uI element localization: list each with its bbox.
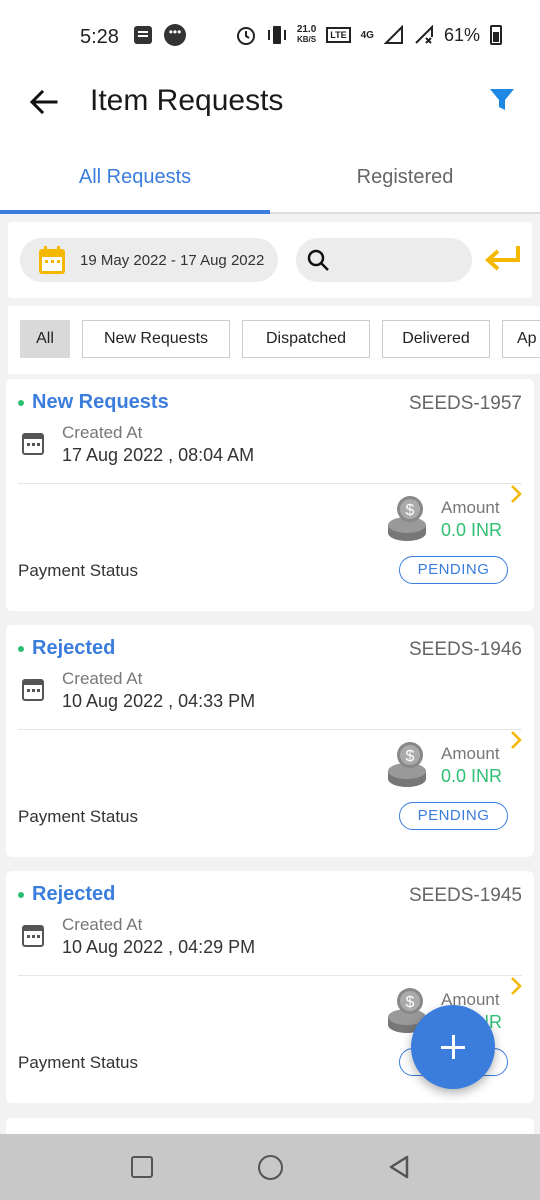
svg-text:$: $ <box>406 994 415 1011</box>
coins-icon: $ <box>388 742 426 787</box>
status-dot <box>18 892 24 898</box>
payment-status-label: Payment Status <box>18 1053 139 1072</box>
payment-status-label: Payment Status <box>18 807 139 826</box>
divider <box>18 975 522 976</box>
tab-registered[interactable]: Registered <box>270 142 540 212</box>
amount-label: Amount <box>441 498 500 517</box>
chip-dispatched[interactable]: Dispatched <box>242 320 370 358</box>
data-speed: 21.0 KB/S <box>297 25 316 45</box>
request-status: New Requests <box>32 391 169 413</box>
status-time: 5:28 <box>80 26 119 48</box>
message-icon <box>134 26 152 44</box>
status-dot <box>18 400 24 406</box>
back-arrow-icon[interactable] <box>28 86 60 118</box>
request-card[interactable]: New Requests SEEDS-1957 Created At 17 Au… <box>6 379 534 611</box>
calendar-icon <box>39 246 65 274</box>
recent-apps-icon[interactable] <box>131 1156 153 1178</box>
calendar-icon <box>22 433 44 455</box>
created-at-value: 17 Aug 2022 , 08:04 AM <box>62 445 255 465</box>
request-status: Rejected <box>32 883 116 905</box>
status-notifications: ••• <box>134 24 186 46</box>
request-id: SEEDS-1946 <box>408 639 522 660</box>
chat-bubble-icon: ••• <box>164 24 186 46</box>
svg-text:$: $ <box>406 502 415 519</box>
created-at-label: Created At <box>62 423 143 442</box>
status-dot <box>18 646 24 652</box>
created-at-value: 10 Aug 2022 , 04:29 PM <box>62 937 256 957</box>
battery-icon <box>490 25 502 45</box>
payment-status-badge: PENDING <box>399 556 508 584</box>
chip-all[interactable]: All <box>20 320 70 358</box>
created-at-label: Created At <box>62 915 143 934</box>
home-icon[interactable] <box>258 1155 283 1180</box>
request-card[interactable]: Rejected SEEDS-1946 Created At 10 Aug 20… <box>6 625 534 857</box>
date-range-text: 19 May 2022 - 17 Aug 2022 <box>80 251 265 269</box>
system-nav-bar <box>0 1134 540 1200</box>
created-at-value: 10 Aug 2022 , 04:33 PM <box>62 691 256 711</box>
filter-icon[interactable] <box>488 86 516 114</box>
status-bar: 5:28 ••• 21.0 KB/S LTE 4G 61% <box>0 0 540 72</box>
amount-value: 0.0 INR <box>441 520 503 540</box>
amount-label: Amount <box>441 744 500 763</box>
chip-delivered[interactable]: Delivered <box>382 320 490 358</box>
chip-new-requests[interactable]: New Requests <box>82 320 230 358</box>
data-speed-value: 21.0 <box>296 24 317 35</box>
app-bar: Item Requests <box>0 72 540 142</box>
search-input[interactable] <box>296 238 472 282</box>
amount-value: 0.0 INR <box>441 766 503 786</box>
signal-icon <box>383 25 403 44</box>
vibrate-icon <box>267 26 286 44</box>
created-at-label: Created At <box>62 669 143 688</box>
status-indicators: 21.0 KB/S LTE 4G 61% <box>235 24 502 46</box>
calendar-icon <box>22 925 44 947</box>
svg-text:$: $ <box>406 748 415 765</box>
tab-bar: All Requests Registered <box>0 142 540 214</box>
battery-percent: 61% <box>443 24 480 45</box>
volte-badge: LTE <box>326 27 351 43</box>
request-id: SEEDS-1957 <box>408 393 522 414</box>
payment-status-badge: PENDING <box>399 802 508 830</box>
signal-no-service-icon <box>415 25 433 44</box>
enter-arrow-icon[interactable] <box>484 242 522 278</box>
add-request-button[interactable] <box>411 1005 495 1089</box>
divider <box>18 729 522 730</box>
chevron-right-icon[interactable] <box>508 483 524 505</box>
request-status: Rejected <box>32 637 116 659</box>
alarm-icon <box>236 27 255 45</box>
search-row: 19 May 2022 - 17 Aug 2022 <box>8 222 532 298</box>
request-id: SEEDS-1945 <box>408 885 522 906</box>
calendar-icon <box>22 679 44 701</box>
divider <box>18 483 522 484</box>
tab-all-requests[interactable]: All Requests <box>0 142 270 214</box>
network-type: 4G <box>360 29 374 41</box>
page-title: Item Requests <box>90 84 284 117</box>
filter-chips: All New Requests Dispatched Delivered Ap <box>8 306 540 374</box>
nav-back-icon[interactable] <box>386 1154 412 1180</box>
date-range-picker[interactable]: 19 May 2022 - 17 Aug 2022 <box>20 238 278 282</box>
payment-status-label: Payment Status <box>18 561 139 580</box>
chevron-right-icon[interactable] <box>508 729 524 751</box>
data-speed-unit: KB/S <box>296 35 317 44</box>
chip-approved[interactable]: Ap <box>502 320 540 358</box>
search-icon <box>307 249 329 271</box>
coins-icon: $ <box>388 496 426 541</box>
chevron-right-icon[interactable] <box>508 975 524 997</box>
